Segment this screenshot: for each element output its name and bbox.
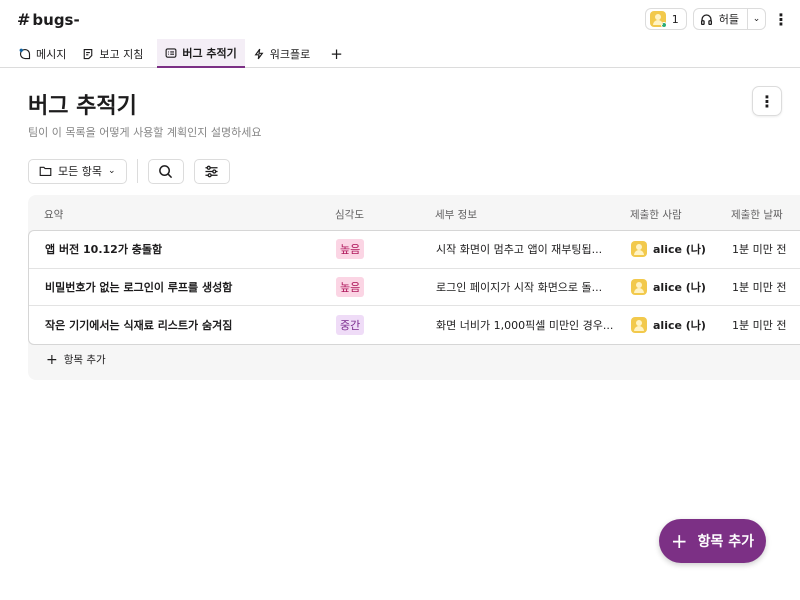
channel-more-button[interactable]: ⋮ <box>772 8 790 30</box>
list-more-button[interactable]: ⋮ <box>752 86 782 116</box>
submitter-name: alice (나) <box>653 318 706 332</box>
add-tab-button[interactable]: + <box>324 39 349 68</box>
message-icon <box>19 48 31 59</box>
row-details[interactable]: 화면 너비가 1,000픽셀 미만인 경우... <box>436 306 616 344</box>
row-severity: 높음 <box>336 231 365 268</box>
page-description[interactable]: 팀이 이 목록을 어떻게 사용할 계획인지 설명하세요 <box>28 124 262 140</box>
list-table: 요약 심각도 세부 정보 제출한 사람 제출한 날짜 앱 버전 10.12가 충… <box>28 195 800 380</box>
plus-icon: + <box>330 44 343 63</box>
column-header-summary[interactable]: 요약 <box>44 207 63 222</box>
chevron-down-icon: ⌄ <box>752 14 761 24</box>
channel-header: # bugs- 1 허들 ⌄ ⋮ 메시지 보고 지침 버그 추적기 워크플로 + <box>0 0 800 68</box>
folder-icon <box>39 166 52 177</box>
channel-hash: # <box>17 10 31 29</box>
members-button[interactable]: 1 <box>644 8 687 30</box>
table-row[interactable]: 비밀번호가 없는 로그인이 루프를 생성함 높음 로그인 페이지가 시작 화면으로 … <box>29 269 800 306</box>
huddle-button-group: 허들 ⌄ <box>692 8 766 30</box>
user-avatar <box>631 241 647 258</box>
page-title: 버그 추적기 <box>28 94 137 119</box>
presence-dot <box>660 22 667 28</box>
canvas-icon <box>84 48 93 59</box>
severity-badge: 높음 <box>336 276 365 297</box>
plus-icon: + <box>670 529 688 553</box>
row-submitter[interactable]: alice (나) <box>631 306 706 344</box>
channel-name-button[interactable]: # bugs- <box>17 10 80 29</box>
row-summary[interactable]: 비밀번호가 없는 로그인이 루프를 생성함 <box>45 269 232 306</box>
tab-label: 워크플로 <box>269 47 311 61</box>
huddle-options-button[interactable]: ⌄ <box>747 9 765 29</box>
lightning-icon <box>254 48 264 59</box>
row-date: 1분 미만 전 <box>732 280 787 294</box>
add-item-fab[interactable]: + 항목 추가 <box>659 519 766 563</box>
plus-icon: + <box>46 351 58 368</box>
kebab-icon: ⋮ <box>773 9 789 29</box>
severity-badge: 중간 <box>336 314 365 335</box>
row-severity: 높음 <box>336 269 365 306</box>
member-avatar <box>649 11 667 28</box>
add-item-label: 항목 추가 <box>63 354 106 366</box>
column-header-details[interactable]: 세부 정보 <box>435 207 477 222</box>
row-date: 1분 미만 전 <box>732 318 787 332</box>
row-details[interactable]: 로그인 페이지가 시작 화면으로 돌... <box>436 269 616 306</box>
table-row[interactable]: 앱 버전 10.12가 충돌함 높음 시작 화면이 멈추고 앱이 재부팅됩... al… <box>29 231 800 269</box>
row-summary[interactable]: 작은 기기에서는 식재료 리스트가 숨겨짐 <box>45 306 232 344</box>
row-submitter[interactable]: alice (나) <box>631 269 706 306</box>
filter-label: 모든 항목 <box>58 165 102 178</box>
list-toolbar: 모든 항목 ⌄ <box>28 158 230 184</box>
table-header: 요약 심각도 세부 정보 제출한 사람 제출한 날짜 <box>28 195 800 231</box>
search-button[interactable] <box>147 158 184 184</box>
toolbar-divider <box>136 159 138 183</box>
fab-label: 항목 추가 <box>697 534 755 550</box>
filter-settings-button[interactable] <box>193 158 230 184</box>
submitter-name: alice (나) <box>653 280 706 294</box>
tab-label: 메시지 <box>36 47 67 61</box>
channel-tabs: 메시지 보고 지침 버그 추적기 워크플로 + <box>17 39 349 68</box>
row-date: 1분 미만 전 <box>732 243 787 257</box>
column-header-severity[interactable]: 심각도 <box>335 207 364 222</box>
tab-workflows[interactable]: 워크플로 <box>251 39 318 68</box>
tab-bug-tracker[interactable]: 버그 추적기 <box>157 39 245 68</box>
user-avatar <box>631 316 647 333</box>
severity-badge: 높음 <box>336 239 365 260</box>
tab-guidelines[interactable]: 보고 지침 <box>80 39 151 68</box>
huddle-button[interactable]: 허들 <box>694 9 747 29</box>
headphones-icon <box>700 13 712 25</box>
huddle-label: 허들 <box>718 13 739 26</box>
user-avatar <box>631 278 647 295</box>
chevron-down-icon: ⌄ <box>107 166 116 176</box>
view-filter-button[interactable]: 모든 항목 ⌄ <box>28 158 127 184</box>
table-body: 앱 버전 10.12가 충돌함 높음 시작 화면이 멈추고 앱이 재부팅됩... al… <box>28 230 800 345</box>
channel-name: bugs- <box>32 10 80 29</box>
column-header-submitter[interactable]: 제출한 사람 <box>630 207 682 222</box>
tab-label: 보고 지침 <box>99 47 144 61</box>
kebab-icon: ⋮ <box>759 91 775 111</box>
row-summary[interactable]: 앱 버전 10.12가 충돌함 <box>45 231 162 268</box>
row-details[interactable]: 시작 화면이 멈추고 앱이 재부팅됩... <box>436 231 616 268</box>
search-icon <box>159 164 173 178</box>
member-count: 1 <box>671 12 679 26</box>
row-severity: 중간 <box>336 306 365 344</box>
list-icon <box>165 47 177 58</box>
submitter-name: alice (나) <box>653 243 706 257</box>
row-submitter[interactable]: alice (나) <box>631 231 706 268</box>
add-item-row-button[interactable]: + 항목 추가 <box>46 352 106 367</box>
tab-messages[interactable]: 메시지 <box>17 39 74 68</box>
column-header-date[interactable]: 제출한 날짜 <box>731 207 783 222</box>
sliders-icon <box>205 165 218 177</box>
table-row[interactable]: 작은 기기에서는 식재료 리스트가 숨겨짐 중간 화면 너비가 1,000픽셀 미만… <box>29 306 800 344</box>
tab-label: 버그 추적기 <box>182 46 237 60</box>
